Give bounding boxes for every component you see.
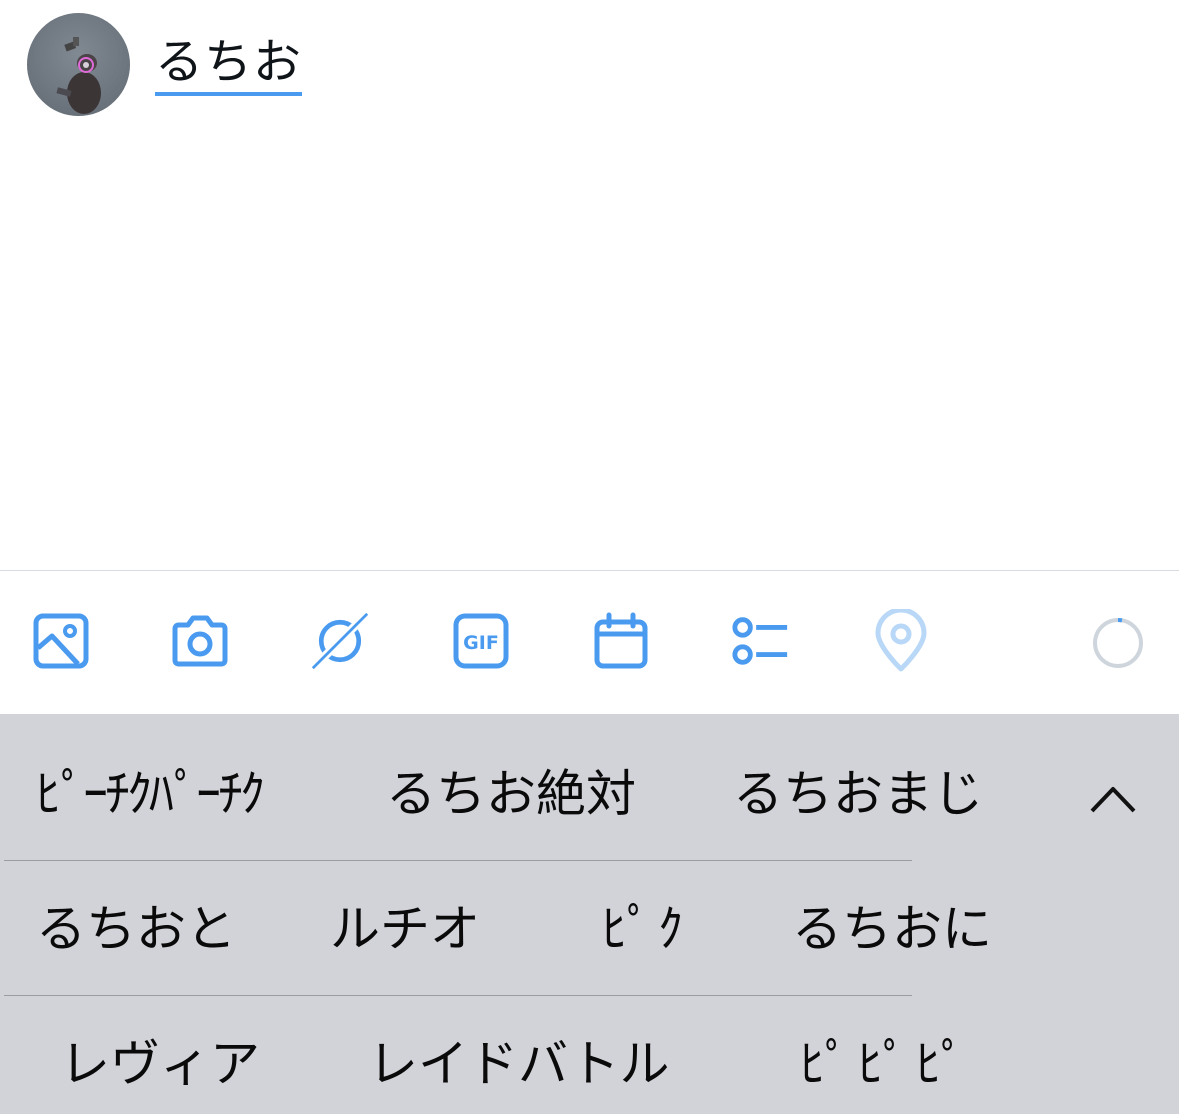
tweet-text-input[interactable]: るちお (155, 30, 303, 96)
sparkle-icon[interactable] (310, 611, 370, 671)
compose-toolbar: GIF (0, 571, 1179, 714)
candidate-item[interactable]: るちおに (792, 899, 992, 959)
candidate-item[interactable]: レイドバトル (368, 1034, 670, 1094)
location-icon[interactable] (871, 609, 931, 672)
keyboard-candidates-panel: ﾋﾟｰﾁｸﾊﾟｰﾁｸ るちお絶対 るちおまじ るちおと ルチオ ﾋﾟｸ るちおに… (0, 714, 1179, 1114)
gif-icon[interactable]: GIF (451, 611, 511, 671)
image-icon[interactable] (31, 611, 91, 671)
tweet-text-marked: るちお (155, 32, 303, 96)
candidate-item[interactable]: るちおと (36, 899, 236, 959)
candidate-row: ﾋﾟｰﾁｸﾊﾟｰﾁｸ るちお絶対 るちおまじ (0, 728, 1179, 862)
compose-screen: るちお GIF ﾋﾟｰﾁｸﾊﾟｰﾁｸ るちお絶対 るちおまじ るちおと ルチオ … (0, 0, 1179, 1114)
candidate-row: るちおと ルチオ ﾋﾟｸ るちおに (0, 861, 1179, 995)
candidate-item[interactable]: るちお絶対 (386, 764, 636, 824)
candidate-row: レヴィア レイドバトル ﾋﾟﾋﾟﾋﾟ (0, 996, 1179, 1114)
compose-area[interactable]: るちお (0, 0, 1179, 570)
gif-label: GIF (463, 632, 499, 654)
calendar-icon[interactable] (591, 611, 651, 671)
candidate-item[interactable]: ﾋﾟﾋﾟﾋﾟ (800, 1034, 974, 1094)
list-icon[interactable] (731, 611, 791, 671)
character-counter (1091, 616, 1145, 670)
candidate-item[interactable]: るちおまじ (733, 764, 983, 824)
chevron-up-icon[interactable] (1083, 774, 1143, 824)
candidate-item[interactable]: ﾋﾟｸ (602, 899, 689, 959)
candidate-item[interactable]: ルチオ (330, 899, 480, 959)
candidate-item[interactable]: ﾋﾟｰﾁｸﾊﾟｰﾁｸ (36, 764, 265, 824)
candidate-item[interactable]: レヴィア (60, 1034, 260, 1094)
camera-icon[interactable] (170, 611, 230, 671)
avatar[interactable] (27, 13, 130, 116)
